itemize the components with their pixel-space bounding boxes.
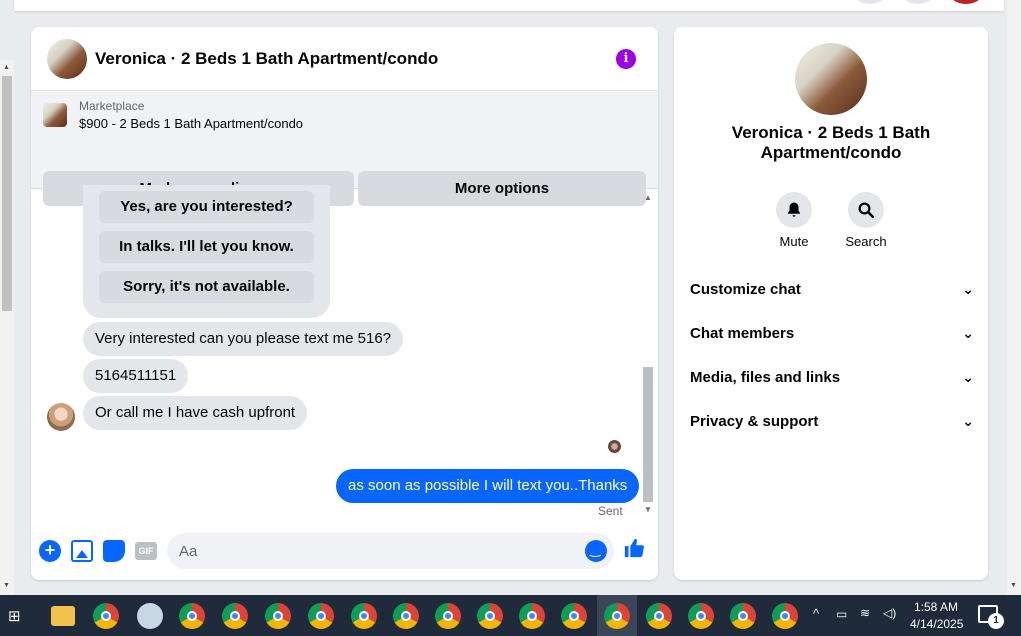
page-scrollbar-left[interactable]: ▲ ▼ bbox=[0, 60, 14, 595]
chrome-icon[interactable] bbox=[93, 603, 119, 629]
thumbs-up-icon[interactable] bbox=[623, 537, 645, 559]
message-bubble[interactable]: Or call me I have cash upfront bbox=[83, 396, 308, 430]
marketplace-banner: Marketplace $900 - 2 Beds 1 Bath Apartme… bbox=[31, 91, 658, 206]
sticker-icon[interactable] bbox=[103, 540, 125, 562]
message-bubble[interactable]: Very interested can you please text me 5… bbox=[83, 322, 404, 356]
sender-avatar[interactable] bbox=[47, 403, 75, 431]
top-nav-strip bbox=[14, 0, 1004, 11]
section-label: Privacy & support bbox=[690, 412, 819, 430]
search-label: Search bbox=[845, 234, 887, 249]
gif-icon[interactable]: GIF bbox=[135, 542, 157, 560]
page-scrollbar-right[interactable]: ▼ bbox=[1007, 0, 1021, 595]
my-message-bubble[interactable]: as soon as possible I will text you..Tha… bbox=[336, 469, 640, 503]
system-clock[interactable]: 1:58 AM 4/14/2025 bbox=[910, 599, 964, 633]
bell-icon[interactable] bbox=[776, 192, 812, 228]
section-media-files-links[interactable]: Media, files and links ⌄ bbox=[690, 355, 974, 399]
account-avatar[interactable] bbox=[949, 0, 983, 4]
message-input[interactable] bbox=[167, 533, 614, 569]
nav-circle-button[interactable] bbox=[901, 0, 935, 4]
section-customize-chat[interactable]: Customize chat ⌄ bbox=[690, 267, 974, 311]
emoji-icon[interactable] bbox=[585, 540, 607, 562]
chevron-down-icon: ⌄ bbox=[962, 368, 974, 385]
search-button[interactable]: Search bbox=[836, 192, 896, 249]
scroll-up-arrow-icon[interactable]: ▲ bbox=[644, 193, 652, 202]
conversation-name: Veronica · 2 Beds 1 Bath Apartment/condo bbox=[731, 123, 931, 162]
nav-circle-button[interactable] bbox=[853, 0, 887, 4]
chevron-down-icon: ⌄ bbox=[962, 280, 974, 297]
chat-title[interactable]: Veronica · 2 Beds 1 Bath Apartment/condo bbox=[95, 49, 438, 69]
chrome-profile-icon[interactable] bbox=[646, 603, 672, 629]
section-label: Customize chat bbox=[690, 280, 801, 298]
scroll-down-arrow-icon[interactable]: ▼ bbox=[1010, 582, 1017, 589]
scroll-up-arrow-icon[interactable]: ▲ bbox=[3, 64, 10, 71]
chrome-profile-icon[interactable] bbox=[393, 603, 419, 629]
chevron-down-icon: ⌄ bbox=[962, 412, 974, 429]
chrome-profile-icon[interactable] bbox=[561, 603, 587, 629]
seen-indicator-avatar bbox=[608, 440, 621, 453]
chrome-profile-icon[interactable] bbox=[222, 603, 248, 629]
chat-scroll-thumb[interactable] bbox=[643, 367, 653, 502]
windows-taskbar: ⊞ ^ ▭ ≋ ◁) 1:58 AM 4/14/2025 1 bbox=[0, 595, 1021, 636]
listing-avatar[interactable] bbox=[47, 38, 87, 79]
message-bubble[interactable]: 5164511151 bbox=[83, 359, 189, 393]
battery-icon[interactable]: ▭ bbox=[836, 607, 847, 621]
chrome-profile-icon[interactable] bbox=[688, 603, 714, 629]
chat-scrollbar[interactable]: ▲ ▼ bbox=[640, 189, 656, 519]
chrome-profile-icon[interactable] bbox=[730, 603, 756, 629]
message-composer: + GIF bbox=[31, 529, 658, 573]
chrome-profile-icon[interactable] bbox=[351, 603, 377, 629]
clock-time: 1:58 AM bbox=[913, 600, 959, 614]
chrome-profile-icon[interactable] bbox=[435, 603, 461, 629]
scroll-down-arrow-icon[interactable]: ▼ bbox=[3, 582, 10, 589]
chrome-profile-icon[interactable] bbox=[519, 603, 545, 629]
chrome-profile-icon[interactable] bbox=[308, 603, 334, 629]
app-icon[interactable] bbox=[137, 603, 163, 629]
chat-header: Veronica · 2 Beds 1 Bath Apartment/condo… bbox=[31, 27, 658, 91]
chrome-profile-icon[interactable] bbox=[265, 603, 291, 629]
task-view-icon[interactable]: ⊞ bbox=[8, 607, 21, 625]
quick-reply-button[interactable]: Yes, are you interested? bbox=[99, 191, 314, 223]
volume-icon[interactable]: ◁) bbox=[883, 606, 896, 620]
chrome-profile-icon-active[interactable] bbox=[604, 603, 630, 629]
mute-label: Mute bbox=[779, 234, 809, 249]
listing-price-title[interactable]: $900 - 2 Beds 1 Bath Apartment/condo bbox=[79, 116, 303, 131]
file-explorer-icon[interactable] bbox=[51, 606, 75, 626]
quick-reply-button[interactable]: Sorry, it's not available. bbox=[99, 271, 314, 303]
scroll-thumb[interactable] bbox=[2, 76, 12, 311]
mute-button[interactable]: Mute bbox=[764, 192, 824, 249]
quick-reply-button[interactable]: In talks. I'll let you know. bbox=[99, 231, 314, 263]
chrome-profile-icon[interactable] bbox=[179, 603, 205, 629]
search-icon[interactable] bbox=[848, 192, 884, 228]
message-status: Sent bbox=[598, 504, 623, 518]
listing-thumbnail[interactable] bbox=[43, 103, 67, 127]
wifi-icon[interactable]: ≋ bbox=[860, 606, 870, 620]
conversation-details-panel: Veronica · 2 Beds 1 Bath Apartment/condo… bbox=[674, 27, 988, 580]
quick-replies-panel: Yes, are you interested? In talks. I'll … bbox=[83, 185, 330, 318]
chevron-down-icon: ⌄ bbox=[962, 324, 974, 341]
scroll-down-arrow-icon[interactable]: ▼ bbox=[644, 505, 652, 514]
section-chat-members[interactable]: Chat members ⌄ bbox=[690, 311, 974, 355]
clock-date: 4/14/2025 bbox=[910, 617, 964, 631]
notification-count-badge: 1 bbox=[988, 613, 1004, 629]
chat-window: Veronica · 2 Beds 1 Bath Apartment/condo… bbox=[31, 27, 658, 580]
section-label: Media, files and links bbox=[690, 368, 841, 386]
photo-icon[interactable] bbox=[71, 540, 93, 562]
section-label: Chat members bbox=[690, 324, 795, 342]
message-list: Yes, are you interested? In talks. I'll … bbox=[31, 185, 658, 519]
section-privacy-support[interactable]: Privacy & support ⌄ bbox=[690, 399, 974, 443]
info-icon[interactable]: i bbox=[616, 49, 636, 69]
chrome-profile-icon[interactable] bbox=[477, 603, 503, 629]
conversation-avatar[interactable] bbox=[795, 43, 867, 115]
chrome-profile-icon[interactable] bbox=[772, 603, 798, 629]
chevron-up-icon[interactable]: ^ bbox=[813, 606, 819, 621]
marketplace-label: Marketplace bbox=[79, 99, 145, 113]
plus-icon[interactable]: + bbox=[39, 540, 61, 562]
